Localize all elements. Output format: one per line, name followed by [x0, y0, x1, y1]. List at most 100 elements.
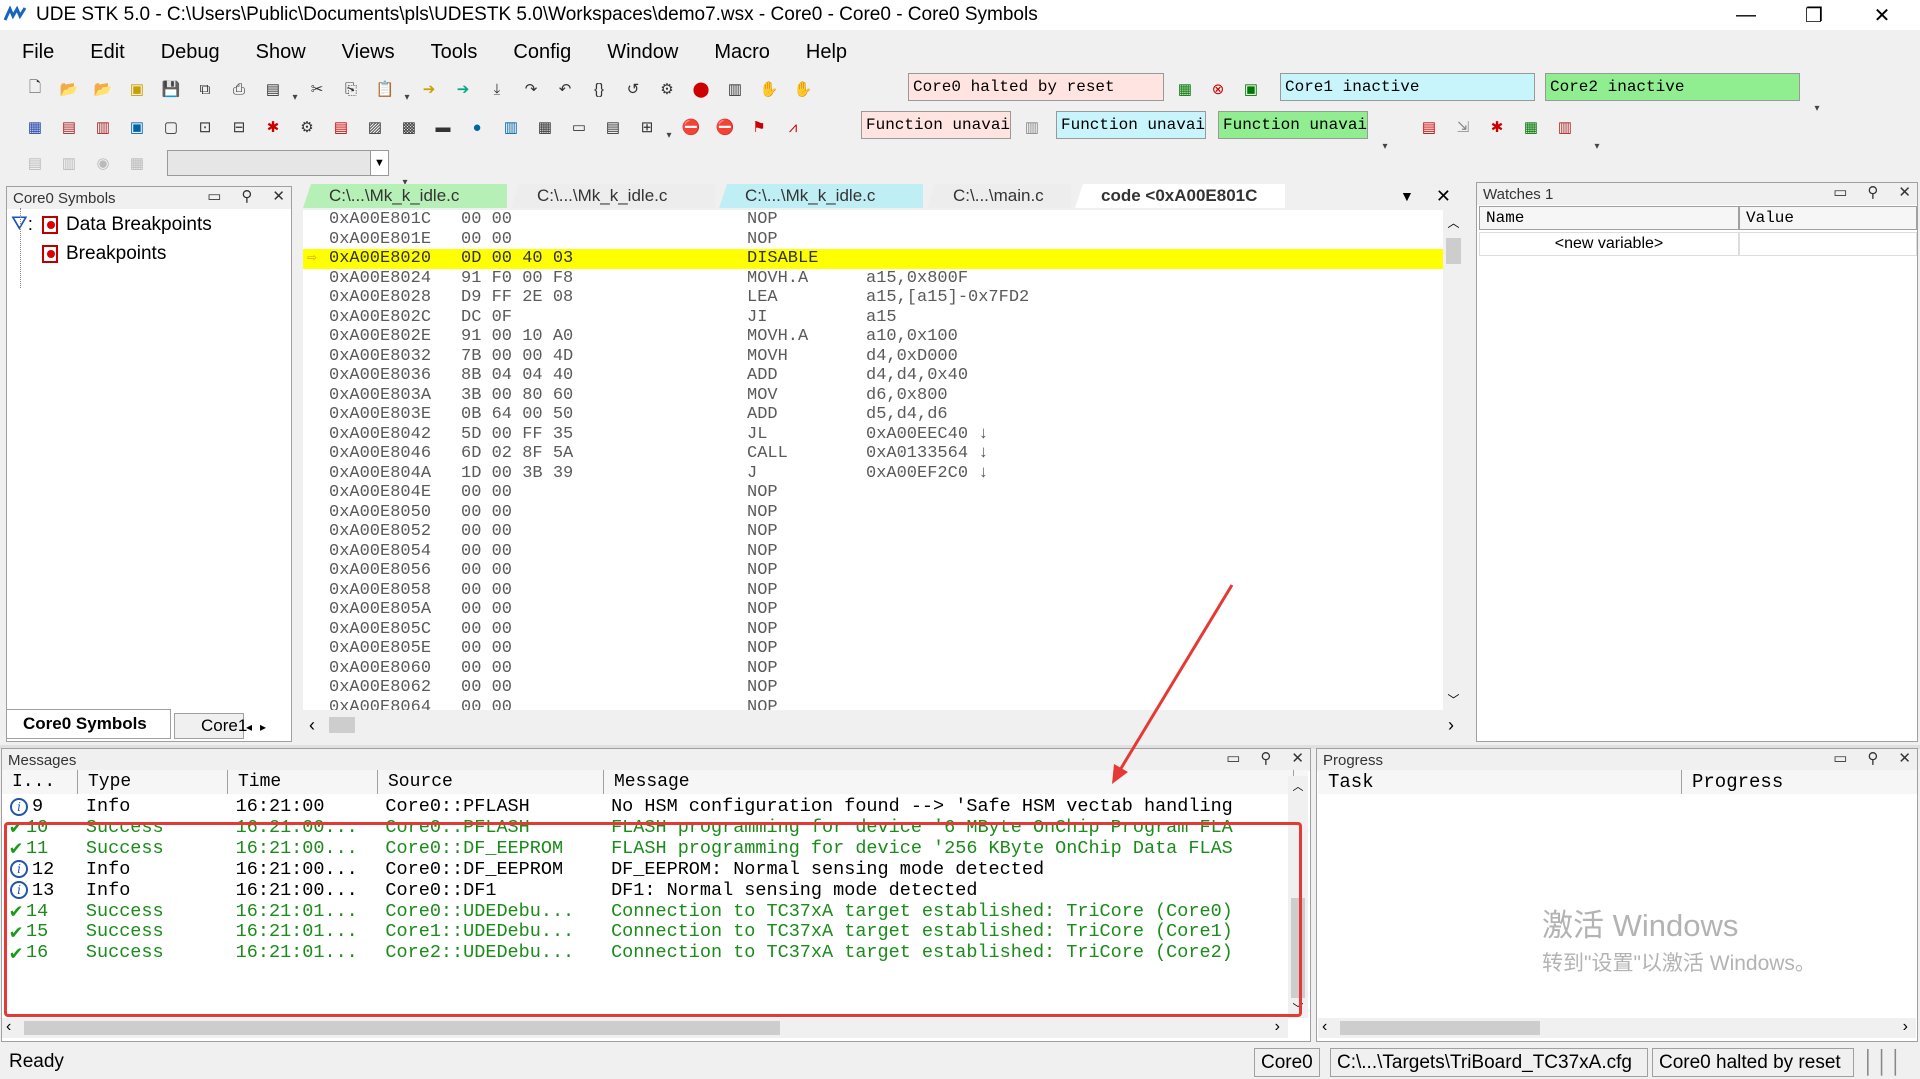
- column-task[interactable]: Task: [1318, 770, 1682, 794]
- function-select-icon[interactable]: ▥: [1017, 113, 1047, 141]
- tab-mk-k-idle-2[interactable]: C:\...\Mk_k_idle.c: [511, 184, 715, 208]
- tab-core1[interactable]: Core1: [174, 713, 247, 739]
- pin-icon[interactable]: ⚲: [1867, 183, 1878, 201]
- stop-icon[interactable]: ⬤: [686, 75, 716, 103]
- toolbar-overflow-icon[interactable]: ▾: [1592, 124, 1602, 152]
- menu-show[interactable]: Show: [234, 41, 320, 64]
- column-time[interactable]: Time: [228, 770, 378, 794]
- close-window-button[interactable]: ✕: [1852, 0, 1912, 30]
- code-line[interactable]: 0xA00E8052 00 00 NOP: [303, 522, 1443, 542]
- chevron-down-icon[interactable]: ▼: [370, 151, 388, 175]
- scroll-thumb[interactable]: [1446, 238, 1461, 264]
- column-progress[interactable]: Progress: [1682, 770, 1918, 794]
- core-reset-icon[interactable]: ▣: [1236, 75, 1266, 103]
- copy-icon[interactable]: ⎘: [336, 75, 366, 103]
- resize-grip-icon[interactable]: │││: [1862, 1049, 1903, 1075]
- code-line[interactable]: 0xA00E8032 7B 00 00 4D MOVH d4,0xD000: [303, 347, 1443, 367]
- maximize-icon[interactable]: ▭: [1833, 749, 1847, 767]
- code-line[interactable]: 0xA00E8058 00 00 NOP: [303, 581, 1443, 601]
- disabled-tool-3-icon[interactable]: ◉: [88, 149, 118, 177]
- menu-file[interactable]: File: [0, 41, 68, 64]
- maximize-icon[interactable]: ▭: [1833, 183, 1847, 201]
- print-icon[interactable]: ⎙: [224, 75, 254, 103]
- layout-view-icon[interactable]: ⊞: [632, 113, 662, 141]
- scroll-up-icon[interactable]: ︿: [1443, 214, 1464, 231]
- trace-export-icon[interactable]: ▥: [1550, 113, 1580, 141]
- toolbar-overflow-icon[interactable]: ▾: [1380, 124, 1390, 152]
- locals-view-icon[interactable]: ⊡: [190, 113, 220, 141]
- tab-main-c[interactable]: C:\...\main.c: [927, 184, 1071, 208]
- menu-help[interactable]: Help: [784, 41, 861, 64]
- breakpoint-chart-icon[interactable]: ⩘: [778, 113, 808, 141]
- step-into-icon[interactable]: ⤓: [482, 75, 512, 103]
- messages-horizontal-scrollbar[interactable]: ‹ ›: [2, 1018, 1288, 1038]
- breakpoint-toggle-icon[interactable]: ⛔: [710, 113, 740, 141]
- save-icon[interactable]: 💾: [156, 75, 186, 103]
- menu-views[interactable]: Views: [320, 41, 409, 64]
- menu-config[interactable]: Config: [491, 41, 585, 64]
- terminal-view-icon[interactable]: ▬: [428, 113, 458, 141]
- code-line[interactable]: 0xA00E8050 00 00 NOP: [303, 503, 1443, 523]
- code-line[interactable]: 0xA00E8036 8B 04 04 40 ADD d4,d4,0x40: [303, 366, 1443, 386]
- code-line[interactable]: 0xA00E8028 D9 FF 2E 08 LEA a15,[a15]-0x7FD2: [303, 288, 1443, 308]
- halt-icon[interactable]: ✋: [788, 75, 818, 103]
- tree-item-data-breakpoints[interactable]: Data Breakpoints: [42, 210, 212, 239]
- code-line[interactable]: 0xA00E805E 00 00 NOP: [303, 639, 1443, 659]
- new-variable-value-cell[interactable]: [1739, 232, 1917, 256]
- trace-stop-icon[interactable]: ✱: [1482, 113, 1512, 141]
- toolbar-overflow-icon[interactable]: ▾: [290, 75, 300, 103]
- progress-horizontal-scrollbar[interactable]: ‹ ›: [1318, 1018, 1916, 1038]
- save-workspace-icon[interactable]: ▣: [122, 75, 152, 103]
- chart-view-icon[interactable]: ▥: [496, 113, 526, 141]
- menu-debug[interactable]: Debug: [139, 41, 234, 64]
- window-view-icon[interactable]: ▭: [564, 113, 594, 141]
- cut-icon[interactable]: ✂: [302, 75, 332, 103]
- code-line[interactable]: 0xA00E8024 91 F0 00 F8 MOVH.A a15,0x800F: [303, 269, 1443, 289]
- code-line[interactable]: 0xA00E804A 1D 00 3B 39 J 0xA00EF2C0 ↓: [303, 464, 1443, 484]
- step-line-icon[interactable]: {}: [584, 75, 614, 103]
- run-to-icon[interactable]: ➔: [448, 75, 478, 103]
- toolbar-overflow-icon[interactable]: ▾: [664, 113, 674, 141]
- core-stop-icon[interactable]: ⊗: [1203, 75, 1233, 103]
- message-row[interactable]: i 9 Info 16:21:00 Core0::PFLASH No HSM config…: [2, 796, 1292, 817]
- animate-icon[interactable]: ⚙: [652, 75, 682, 103]
- globe-icon[interactable]: ●: [462, 113, 492, 141]
- disabled-tool-1-icon[interactable]: ▤: [20, 149, 50, 177]
- watch-column-value[interactable]: Value: [1739, 206, 1917, 230]
- tab-code-view[interactable]: code <0xA00E801C: [1075, 184, 1285, 208]
- scroll-right-icon[interactable]: ▸: [260, 720, 266, 734]
- code-line[interactable]: 0xA00E805A 00 00 NOP: [303, 600, 1443, 620]
- close-icon[interactable]: ✕: [1898, 183, 1911, 201]
- core-run-icon[interactable]: ▦: [1170, 75, 1200, 103]
- symbols-view-icon[interactable]: ▦: [20, 113, 50, 141]
- watch-column-name[interactable]: Name: [1479, 206, 1739, 230]
- code-line[interactable]: 0xA00E803A 3B 00 80 60 MOV d6,0x800: [303, 386, 1443, 406]
- code-line[interactable]: 0xA00E801E 00 00 NOP: [303, 230, 1443, 250]
- target-select[interactable]: ▼: [167, 150, 389, 176]
- scroll-right-icon[interactable]: ›: [1448, 715, 1454, 736]
- code-line[interactable]: 0xA00E802C DC 0F JI a15: [303, 308, 1443, 328]
- code-line[interactable]: 0xA00E805C 00 00 NOP: [303, 620, 1443, 640]
- disabled-tool-2-icon[interactable]: ▥: [54, 149, 84, 177]
- open-workspace-icon[interactable]: 📂: [88, 75, 118, 103]
- pin-icon[interactable]: ⚲: [1867, 749, 1878, 767]
- code-line[interactable]: 0xA00E804E 00 00 NOP: [303, 483, 1443, 503]
- code-line[interactable]: 0xA00E802E 91 00 10 A0 MOVH.A a10,0x100: [303, 327, 1443, 347]
- watch-view-icon[interactable]: ▣: [122, 113, 152, 141]
- maximize-icon[interactable]: ▭: [207, 187, 221, 205]
- close-icon[interactable]: ✕: [1898, 749, 1911, 767]
- scroll-up-icon[interactable]: ︿: [1288, 778, 1308, 794]
- code-line[interactable]: 0xA00E8056 00 00 NOP: [303, 561, 1443, 581]
- pin-icon[interactable]: ⚲: [1260, 749, 1271, 767]
- column-source[interactable]: Source: [378, 770, 604, 794]
- graph-view-icon[interactable]: ▨: [360, 113, 390, 141]
- trace-view-icon[interactable]: ✱: [258, 113, 288, 141]
- menu-edit[interactable]: Edit: [68, 41, 138, 64]
- column-type[interactable]: Type: [78, 770, 228, 794]
- code-line[interactable]: ⇨ 0xA00E8020 0D 00 40 03 DISABLE: [303, 249, 1443, 269]
- scroll-left-icon[interactable]: ‹: [1322, 1018, 1327, 1036]
- pin-icon[interactable]: ⚲: [241, 187, 252, 205]
- open-folder-icon[interactable]: 📂: [54, 75, 84, 103]
- trace-save-icon[interactable]: ▦: [1516, 113, 1546, 141]
- ox-view-icon[interactable]: ▢: [156, 113, 186, 141]
